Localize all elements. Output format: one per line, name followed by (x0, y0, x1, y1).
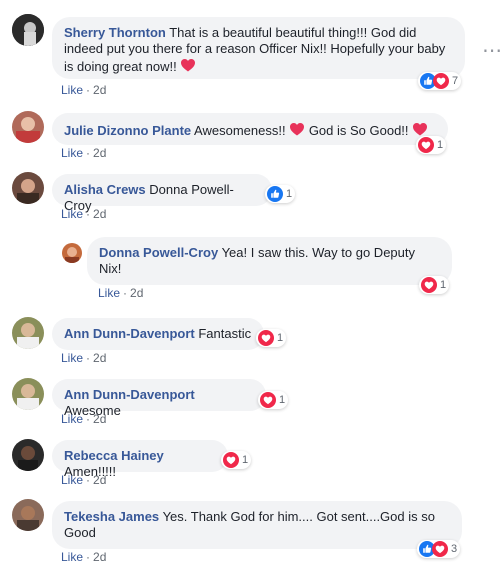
avatar[interactable] (12, 499, 44, 531)
comment-time[interactable]: 2d (93, 146, 106, 160)
comment-bubble: Alisha Crews Donna Powell-Croy (52, 174, 272, 213)
love-reaction-icon (223, 452, 239, 468)
love-reaction-icon (421, 277, 437, 293)
comment-time[interactable]: 2d (93, 473, 106, 487)
reaction-count: 7 (452, 75, 459, 87)
love-reaction-icon (418, 137, 434, 153)
reaction-summary[interactable]: 1 (256, 329, 287, 347)
comment-text: God is So Good!! (308, 123, 409, 138)
reaction-count: 1 (242, 454, 249, 466)
comment-actions: Like · 2d (61, 351, 107, 365)
comment-author[interactable]: Ann Dunn-Davenport (64, 326, 195, 341)
comment-bubble: Rebecca Hainey Amen!!!!! (52, 440, 228, 479)
avatar[interactable] (12, 111, 44, 143)
comment-author[interactable]: Sherry Thornton (64, 25, 166, 40)
heart-emoji-icon (180, 57, 196, 73)
heart-emoji-icon (412, 121, 428, 137)
comment-bubble: Sherry Thornton That is a beautiful beau… (52, 17, 465, 79)
like-link[interactable]: Like (61, 412, 83, 426)
comment-bubble: Julie Dizonno Plante Awesomeness!! God i… (52, 113, 448, 145)
avatar[interactable] (12, 317, 44, 349)
avatar[interactable] (12, 14, 44, 46)
reaction-summary[interactable]: 1 (416, 136, 447, 154)
like-link[interactable]: Like (61, 351, 83, 365)
reaction-summary[interactable]: 1 (258, 391, 289, 409)
comment-author[interactable]: Ann Dunn-Davenport (64, 387, 195, 402)
comment-time[interactable]: 2d (130, 286, 143, 300)
reaction-count: 1 (286, 188, 293, 200)
like-link[interactable]: Like (98, 286, 120, 300)
reaction-count: 1 (437, 139, 444, 151)
reaction-count: 1 (277, 332, 284, 344)
comment-author[interactable]: Rebecca Hainey (64, 448, 164, 463)
comment-actions: Like · 2d (98, 286, 144, 300)
reaction-count: 3 (451, 543, 458, 555)
comment-actions: Like · 2d (61, 473, 107, 487)
heart-emoji-icon (289, 121, 305, 137)
like-link[interactable]: Like (61, 550, 83, 564)
comment-time[interactable]: 2d (93, 351, 106, 365)
comment-bubble: Ann Dunn-Davenport Awesome (52, 379, 266, 418)
comment-time[interactable]: 2d (93, 550, 106, 564)
comment-author[interactable]: Alisha Crews (64, 182, 146, 197)
comment-author[interactable]: Julie Dizonno Plante (64, 123, 191, 138)
avatar[interactable] (12, 172, 44, 204)
like-link[interactable]: Like (61, 473, 83, 487)
like-reaction-icon (267, 186, 283, 202)
love-reaction-icon (433, 73, 449, 89)
comment-actions: Like · 2d (61, 550, 107, 564)
comment-bubble: Tekesha James Yes. Thank God for him....… (52, 501, 462, 549)
reaction-count: 1 (279, 394, 286, 406)
comment-actions: Like · 2d (61, 146, 107, 160)
reaction-summary[interactable]: 1 (265, 185, 296, 203)
love-reaction-icon (258, 330, 274, 346)
comment-text: Awesomeness!! (194, 123, 286, 138)
comment-time[interactable]: 2d (93, 412, 106, 426)
comment-bubble: Donna Powell-Croy Yea! I saw this. Way t… (87, 237, 452, 285)
avatar[interactable] (62, 243, 82, 263)
comment-time[interactable]: 2d (93, 207, 106, 221)
reaction-summary[interactable]: 7 (418, 72, 462, 90)
comment-text: Fantastic (198, 326, 252, 341)
like-link[interactable]: Like (61, 146, 83, 160)
reaction-summary[interactable]: 1 (221, 451, 252, 469)
more-options-icon[interactable]: ⋯ (482, 38, 500, 63)
comment-bubble: Ann Dunn-Davenport Fantastic (52, 318, 264, 350)
love-reaction-icon (260, 392, 276, 408)
reaction-summary[interactable]: 1 (419, 276, 450, 294)
love-reaction-icon (432, 541, 448, 557)
comment-author[interactable]: Tekesha James (64, 509, 159, 524)
like-link[interactable]: Like (61, 83, 83, 97)
avatar[interactable] (12, 378, 44, 410)
comment-actions: Like · 2d (61, 207, 107, 221)
comment-actions: Like · 2d (61, 83, 107, 97)
comment-time[interactable]: 2d (93, 83, 106, 97)
comment-actions: Like · 2d (61, 412, 107, 426)
like-link[interactable]: Like (61, 207, 83, 221)
comment-author[interactable]: Donna Powell-Croy (99, 245, 218, 260)
reaction-count: 1 (440, 279, 447, 291)
avatar[interactable] (12, 439, 44, 471)
reaction-summary[interactable]: 3 (417, 540, 461, 558)
